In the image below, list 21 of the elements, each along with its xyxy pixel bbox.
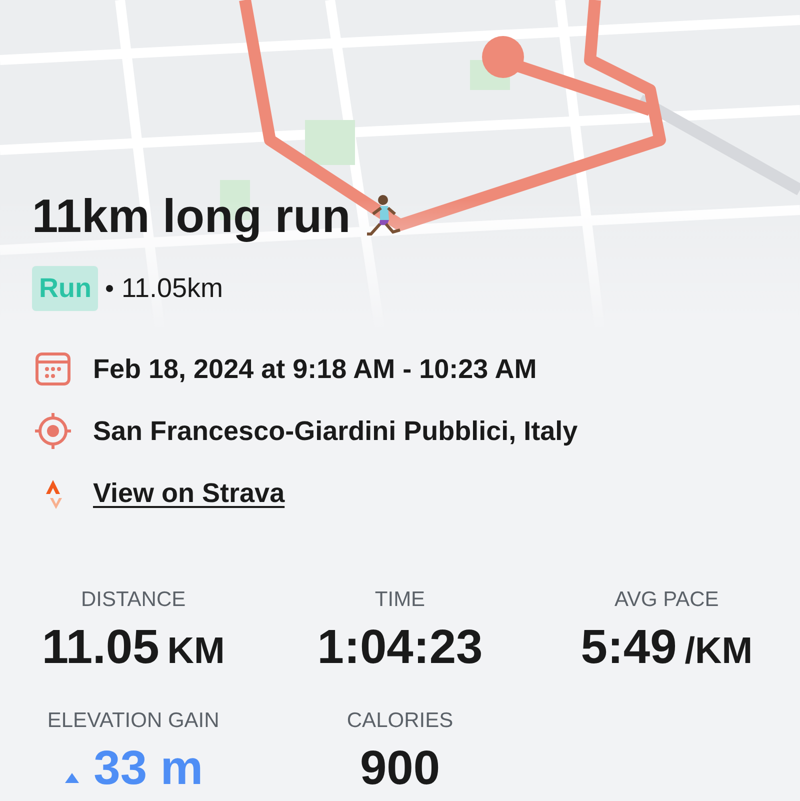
activity-type-tag: Run	[32, 266, 98, 310]
stat-unit: /KM	[684, 629, 753, 673]
stat-value: 900	[360, 740, 440, 796]
activity-location: San Francesco-Giardini Pubblici, Italy	[93, 414, 578, 448]
activity-date: Feb 18, 2024 at 9:18 AM - 10:23 AM	[93, 352, 537, 386]
calendar-icon	[34, 350, 72, 388]
stat-value: 5:49	[580, 620, 677, 676]
up-triangle-icon	[64, 772, 80, 784]
stat-label: CALORIES	[346, 708, 454, 734]
stat-label: AVG PACE	[614, 587, 719, 613]
stat-value: 33 m	[94, 740, 204, 796]
stat-label: ELEVATION GAIN	[47, 708, 220, 734]
stat-value: 11.05	[42, 620, 160, 676]
stat-label: DISTANCE	[81, 587, 186, 613]
strava-link[interactable]: View on Strava	[93, 472, 285, 514]
stat-unit: KM	[167, 629, 225, 673]
activity-distance: 11.05km	[121, 272, 224, 305]
activity-title: 11km long run	[32, 188, 351, 244]
stat-value: 1:04:23	[317, 620, 483, 676]
stat-label: TIME	[374, 587, 426, 613]
target-icon	[34, 412, 72, 450]
